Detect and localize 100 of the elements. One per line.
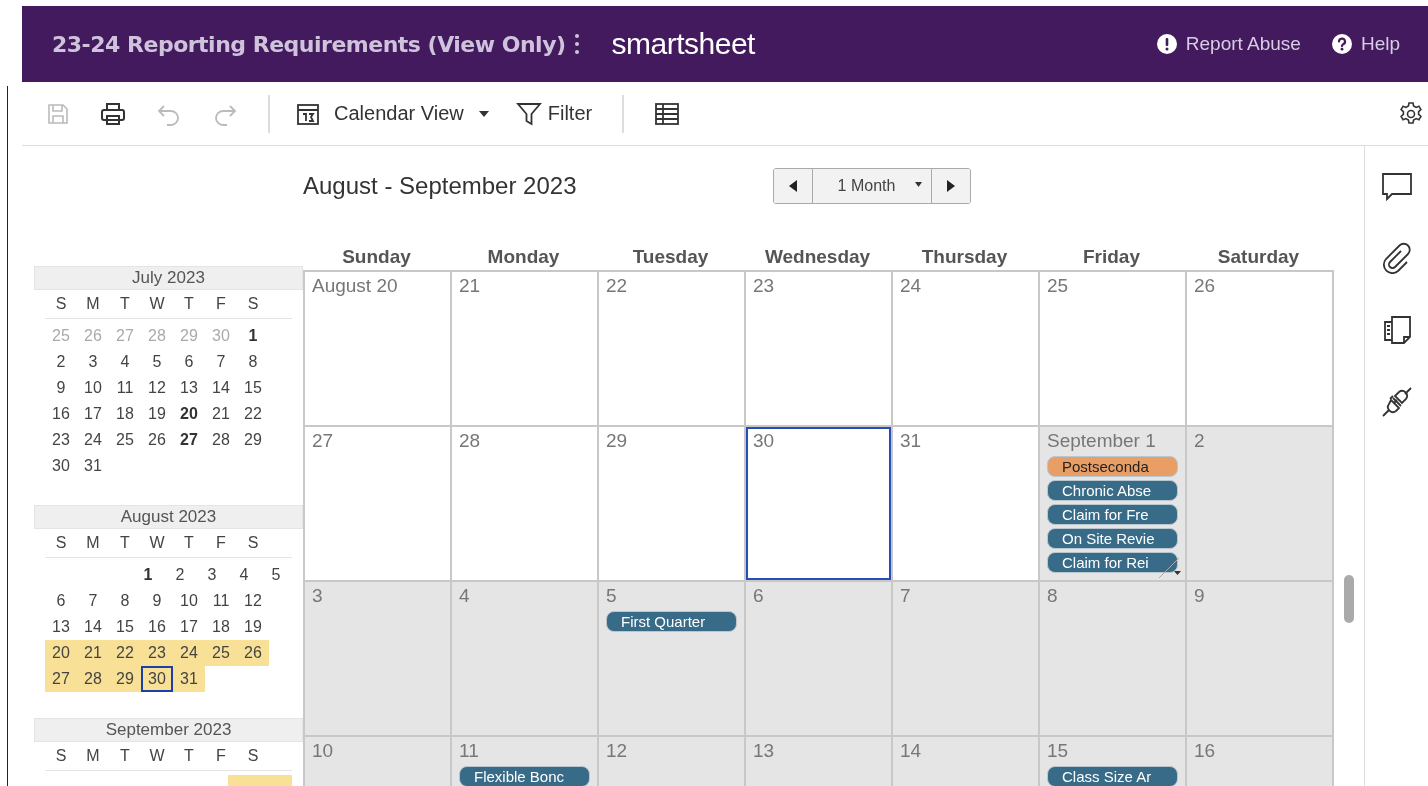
- mini-day[interactable]: 25: [109, 427, 141, 453]
- mini-day[interactable]: 9: [141, 588, 173, 614]
- mini-day[interactable]: 30: [141, 666, 173, 692]
- mini-day[interactable]: 30: [45, 453, 77, 479]
- day-cell[interactable]: 10: [305, 737, 452, 786]
- mini-day[interactable]: 25: [205, 640, 237, 666]
- mini-day[interactable]: 29: [109, 666, 141, 692]
- previous-button[interactable]: [774, 169, 812, 203]
- mini-day[interactable]: 18: [109, 401, 141, 427]
- mini-day[interactable]: 22: [237, 401, 269, 427]
- mini-day[interactable]: 17: [77, 401, 109, 427]
- day-cell[interactable]: 31: [893, 427, 1040, 582]
- mini-day[interactable]: 27: [45, 666, 77, 692]
- mini-day[interactable]: 31: [173, 666, 205, 692]
- day-cell[interactable]: 13: [746, 737, 893, 786]
- mini-day[interactable]: 4: [228, 562, 260, 588]
- mini-day[interactable]: 28: [205, 427, 237, 453]
- next-button[interactable]: [932, 169, 970, 203]
- mini-day[interactable]: 11: [205, 588, 237, 614]
- event-pill[interactable]: First Quarter: [606, 611, 737, 632]
- mini-day[interactable]: 13: [173, 375, 205, 401]
- mini-day[interactable]: 11: [109, 375, 141, 401]
- day-cell[interactable]: 29: [599, 427, 746, 582]
- settings-icon[interactable]: [1398, 100, 1424, 127]
- mini-day[interactable]: 21: [205, 401, 237, 427]
- mini-day[interactable]: 6: [45, 588, 77, 614]
- period-dropdown[interactable]: 1 Month: [812, 169, 932, 203]
- mini-day[interactable]: 20: [173, 401, 205, 427]
- day-cell[interactable]: 7: [893, 582, 1040, 737]
- day-cell[interactable]: 15 Class Size Ar: [1040, 737, 1187, 786]
- brand-logo[interactable]: smartsheet: [611, 27, 755, 61]
- mini-day[interactable]: 26: [141, 427, 173, 453]
- event-pill[interactable]: Chronic Abse: [1047, 480, 1178, 501]
- mini-day[interactable]: 15: [109, 614, 141, 640]
- mini-day[interactable]: 9: [45, 375, 77, 401]
- mini-day[interactable]: 10: [173, 588, 205, 614]
- mini-day[interactable]: 7: [77, 588, 109, 614]
- event-pill[interactable]: Claim for Fre: [1047, 504, 1178, 525]
- more-events-icon[interactable]: [1158, 557, 1184, 579]
- event-pill[interactable]: On Site Revie: [1047, 528, 1178, 549]
- day-cell[interactable]: 6: [746, 582, 893, 737]
- day-cell[interactable]: 14: [893, 737, 1040, 786]
- day-cell[interactable]: 4: [452, 582, 599, 737]
- day-cell[interactable]: 2: [1187, 427, 1334, 582]
- more-icon[interactable]: [573, 32, 580, 56]
- day-cell[interactable]: 9: [1187, 582, 1334, 737]
- calendar-view-dropdown[interactable]: Calendar View: [296, 101, 490, 126]
- event-pill[interactable]: Postseconda: [1047, 456, 1178, 477]
- mini-day[interactable]: 31: [77, 453, 109, 479]
- mini-day[interactable]: 2: [164, 562, 196, 588]
- mini-day[interactable]: 4: [109, 349, 141, 375]
- mini-day[interactable]: 15: [237, 375, 269, 401]
- mini-day[interactable]: 6: [173, 349, 205, 375]
- mini-day[interactable]: 1: [132, 562, 164, 588]
- day-cell[interactable]: 5 First Quarter: [599, 582, 746, 737]
- mini-day[interactable]: 8: [109, 588, 141, 614]
- day-cell[interactable]: 16: [1187, 737, 1334, 786]
- day-cell[interactable]: 3: [305, 582, 452, 737]
- mini-day[interactable]: 24: [77, 427, 109, 453]
- day-cell[interactable]: August 20: [305, 272, 452, 427]
- scrollbar-thumb[interactable]: [1344, 575, 1354, 623]
- mini-day[interactable]: 12: [237, 588, 269, 614]
- day-cell[interactable]: 27: [305, 427, 452, 582]
- mini-day[interactable]: 27: [173, 427, 205, 453]
- event-pill[interactable]: Flexible Bonc: [459, 766, 590, 786]
- mini-day[interactable]: 19: [237, 614, 269, 640]
- mini-day[interactable]: 21: [77, 640, 109, 666]
- mini-day[interactable]: 13: [45, 614, 77, 640]
- header-link[interactable]: Help: [1330, 33, 1400, 55]
- mini-day[interactable]: 16: [45, 401, 77, 427]
- mini-day[interactable]: 3: [196, 562, 228, 588]
- mini-day[interactable]: 22: [109, 640, 141, 666]
- mini-day[interactable]: 28: [77, 666, 109, 692]
- mini-day[interactable]: 19: [141, 401, 173, 427]
- mini-day[interactable]: 23: [45, 427, 77, 453]
- mini-day[interactable]: 20: [45, 640, 77, 666]
- mini-day[interactable]: 14: [77, 614, 109, 640]
- day-cell[interactable]: 25: [1040, 272, 1187, 427]
- mini-day[interactable]: 17: [173, 614, 205, 640]
- day-cell[interactable]: 8: [1040, 582, 1187, 737]
- mini-day[interactable]: 23: [141, 640, 173, 666]
- mini-day[interactable]: 16: [141, 614, 173, 640]
- event-pill[interactable]: Class Size Ar: [1047, 766, 1178, 786]
- day-cell[interactable]: 30: [746, 427, 893, 582]
- day-cell[interactable]: 23: [746, 272, 893, 427]
- paperclip-icon[interactable]: [1380, 242, 1413, 274]
- grid-icon[interactable]: [654, 101, 681, 126]
- mini-day[interactable]: 1: [237, 323, 269, 349]
- mini-day[interactable]: 24: [173, 640, 205, 666]
- plug-icon[interactable]: [1380, 386, 1413, 418]
- mini-day[interactable]: 7: [205, 349, 237, 375]
- day-cell[interactable]: 26: [1187, 272, 1334, 427]
- mini-day[interactable]: 5: [260, 562, 292, 588]
- mini-day[interactable]: 18: [205, 614, 237, 640]
- mini-day[interactable]: 12: [141, 375, 173, 401]
- day-cell[interactable]: September 1 Postseconda Chronic Abse Claim for Fre On Site Revie Claim for Rei: [1040, 427, 1187, 582]
- day-cell[interactable]: 12: [599, 737, 746, 786]
- mini-day[interactable]: 14: [205, 375, 237, 401]
- day-cell[interactable]: 24: [893, 272, 1040, 427]
- mini-day[interactable]: 2: [45, 349, 77, 375]
